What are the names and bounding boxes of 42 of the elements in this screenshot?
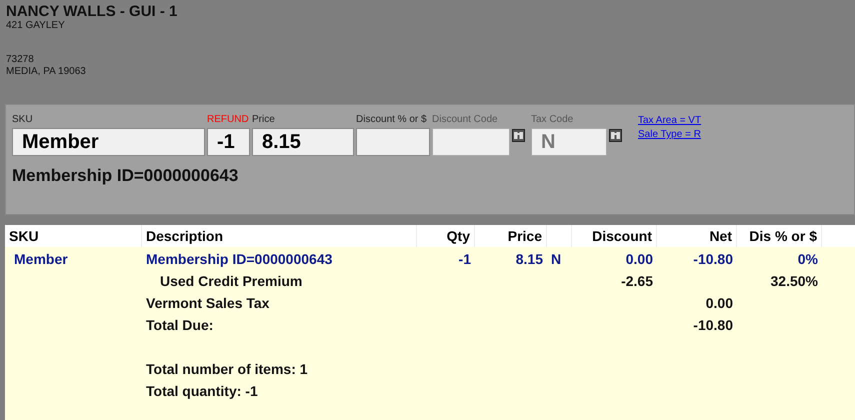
input-field[interactable]: -1 [207,128,250,156]
column-header[interactable]: SKU [5,225,142,247]
table-cell: 0.00 [706,295,733,311]
field-label: Tax Code [531,114,574,125]
address-line: 73278 [6,54,35,66]
input-field[interactable]: Member [12,128,205,156]
column-header[interactable]: Dis % or $ [737,225,822,247]
table-cell: 0% [798,251,818,267]
input-field[interactable] [432,128,510,156]
column-header[interactable]: Price [475,225,547,247]
column-header[interactable]: Net [657,225,737,247]
item-description: Membership ID=0000000643 [12,166,240,186]
refund-label: REFUND [207,114,249,125]
table-cell: Vermont Sales Tax [146,295,270,311]
link[interactable]: Sale Type = R [638,128,702,142]
table-cell: Membership ID=0000000643 [146,251,332,267]
field-label: Discount Code [432,114,498,125]
table-cell: Total quantity: -1 [146,383,258,399]
column-header[interactable]: Discount [572,225,657,247]
table-cell: -1 [458,251,471,267]
table-cell: Total Due: [146,317,214,333]
field-label: SKU [12,114,33,125]
address-line: MEDIA, PA 19063 [6,66,87,78]
input-field[interactable] [356,128,430,156]
table-cell: 32.50% [770,273,818,289]
table-cell: Member [14,251,68,267]
customer-name: NANCY WALLS - GUI - 1 [6,3,178,20]
field-label: Price [252,114,275,125]
column-header[interactable]: Description [142,225,417,247]
table-cell: N [551,251,562,267]
table-cell: -2.65 [621,273,653,289]
table-cell: Used Credit Premium [160,273,302,289]
table-cell: -10.80 [693,251,733,267]
column-header[interactable]: Qty [417,225,475,247]
address-line: 421 GAYLEY [6,20,66,32]
input-field[interactable]: 8.15 [252,128,354,156]
link[interactable]: Tax Area = VT [638,114,702,128]
table-cell: -10.80 [693,317,733,333]
field-label: Discount % or $ [356,114,427,125]
table-cell: 0.00 [626,251,653,267]
table-cell: Total number of items: 1 [146,361,308,377]
table-cell: 8.15 [516,251,543,267]
